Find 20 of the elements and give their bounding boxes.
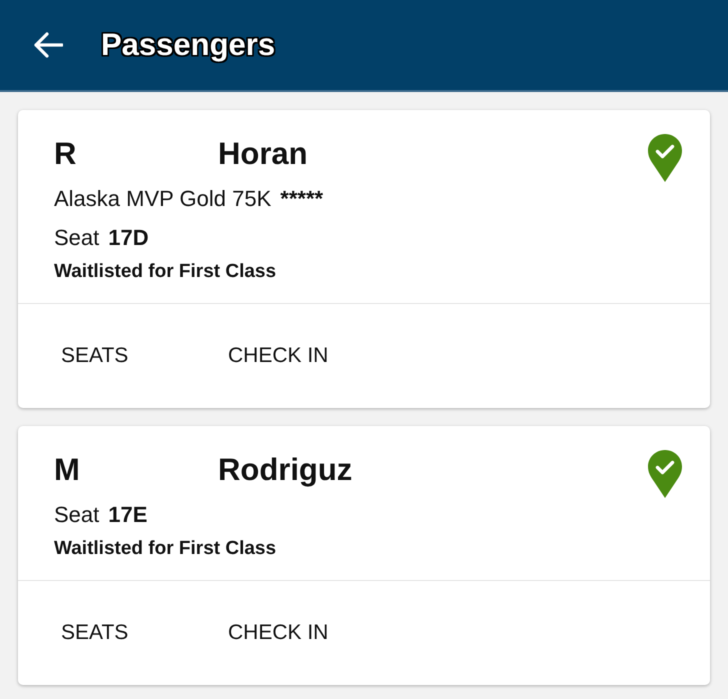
action-button[interactable]: SEATS xyxy=(45,609,144,657)
waitlist-status: Waitlisted for First Class xyxy=(54,260,278,284)
first-name: R xyxy=(54,136,78,172)
seat-label: Seat xyxy=(54,502,100,528)
tier-stars: ***** xyxy=(280,186,324,212)
back-arrow-icon xyxy=(33,32,63,58)
seat-label: Seat xyxy=(54,224,100,250)
waitlist-status: Waitlisted for First Class xyxy=(54,537,278,561)
seat-number: 17D xyxy=(108,224,149,250)
tier-status: Alaska MVP Gold 75K xyxy=(54,186,272,212)
last-name: Horan xyxy=(218,136,308,172)
action-button[interactable]: CHECK IN xyxy=(212,609,344,657)
check-pin-icon xyxy=(648,450,682,498)
first-name: M xyxy=(54,452,81,488)
action-button[interactable]: CHECK IN xyxy=(212,332,344,380)
action-button[interactable]: SEATS xyxy=(45,332,144,380)
check-pin-icon xyxy=(648,134,682,182)
page-title: Passengers xyxy=(101,27,276,63)
last-name: Rodriguz xyxy=(218,452,352,488)
seat-number: 17E xyxy=(108,502,148,528)
